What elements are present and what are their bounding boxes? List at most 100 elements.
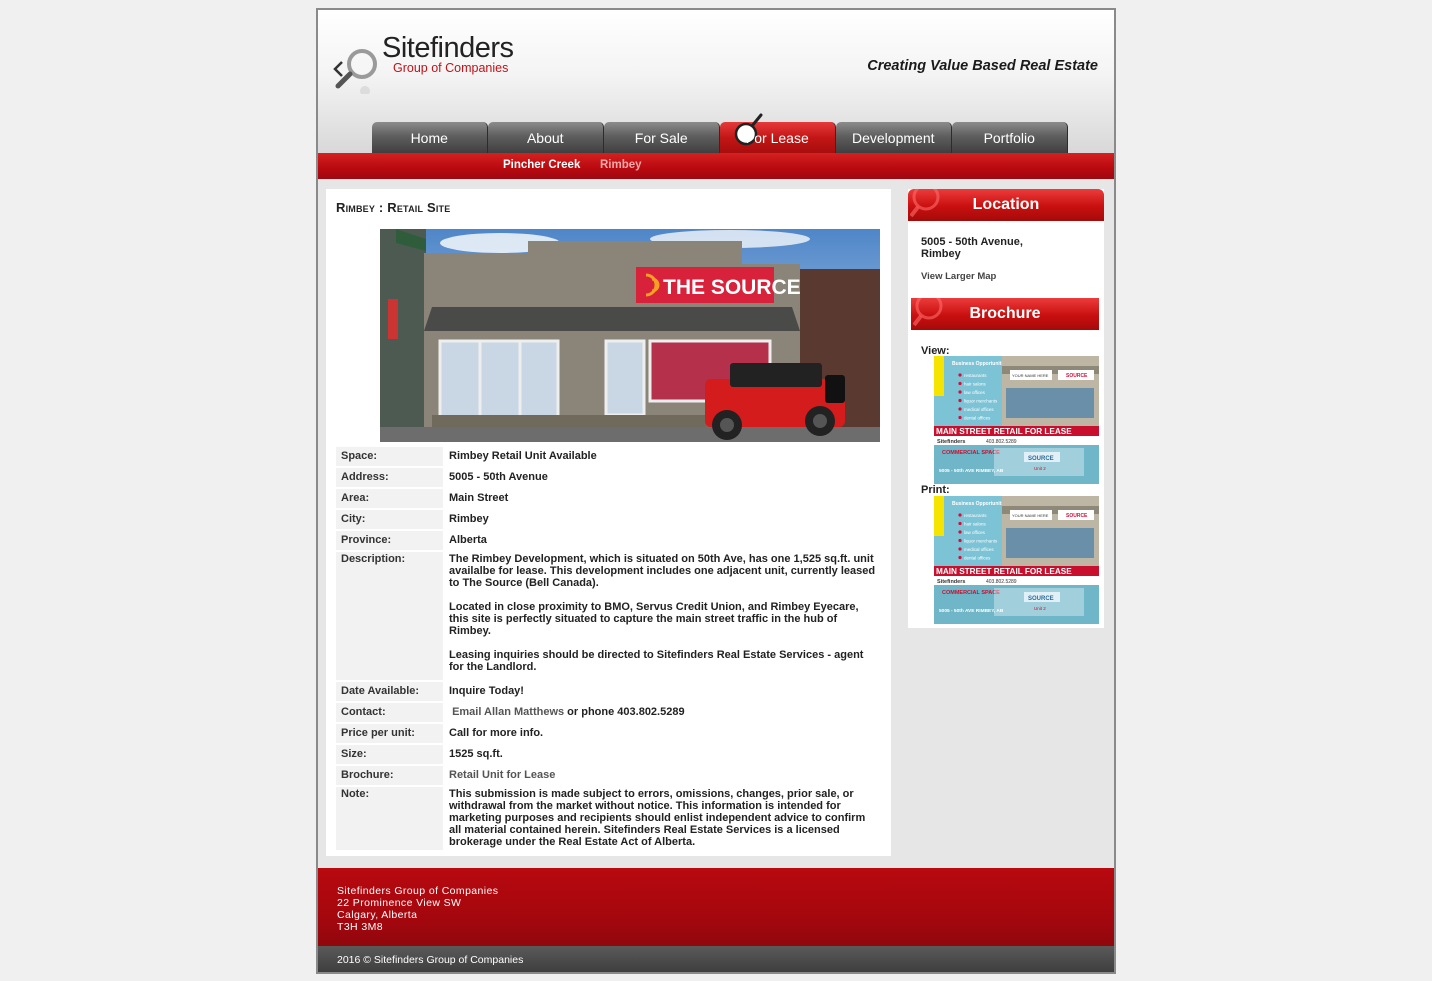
nav-tab-portfolio[interactable]: Portfolio <box>952 122 1068 153</box>
brochure-floorplan-store-text: SOURCE <box>1028 456 1054 462</box>
detail-value: Main Street <box>449 492 509 504</box>
nav-tab-development[interactable]: Development <box>836 122 952 153</box>
brochure-corner-flag <box>934 356 944 396</box>
location-line: 5005 - 50th Avenue, <box>921 236 1023 248</box>
detail-label: Address: <box>336 468 443 487</box>
brochure-list-bullet <box>958 373 962 377</box>
brochure-list-bullet <box>958 555 962 560</box>
detail-row-city: City: Rimbey <box>336 510 881 529</box>
detail-label: Price per unit: <box>336 724 443 743</box>
print-label: Print: <box>921 484 950 496</box>
detail-row-province: Province: Alberta <box>336 531 881 550</box>
main-content: Rimbey : Retail Site THE SOURCE Space: R… <box>326 189 891 856</box>
nav-tab-label: Development <box>852 129 935 146</box>
brochure-banner-text: MAIN STREET RETAIL FOR LEASE <box>936 427 1072 436</box>
brochure-list-item: medical offices <box>964 407 994 412</box>
footer: Sitefinders Group of Companies 22 Promin… <box>318 868 1114 946</box>
brochure-list-item: law offices <box>964 390 986 395</box>
nav-tab-label: For Sale <box>634 129 688 146</box>
nav-tab-for-sale[interactable]: For Sale <box>604 122 720 153</box>
brochure-corner-flag <box>934 496 944 536</box>
brochure-list-item: hair salons <box>964 382 987 387</box>
brochure-phone-text: 403.802.5289 <box>986 579 1017 585</box>
brochure-unit-text: Unit 2 <box>1034 466 1046 471</box>
view-larger-map-link[interactable]: View Larger Map <box>921 271 996 282</box>
nav-tab-about[interactable]: About <box>488 122 604 153</box>
brochure-store-text: SOURCE <box>1066 513 1088 519</box>
footer-line: Calgary, Alberta <box>337 909 418 921</box>
brochure-list-bullet <box>958 530 962 534</box>
detail-row-size: Size: 1525 sq.ft. <box>336 745 881 764</box>
detail-row-date-available: Date Available: Inquire Today! <box>336 682 881 701</box>
detail-row-brochure: Brochure: Retail Unit for Lease <box>336 766 881 785</box>
brochure-sign-text: YOUR NAME HERE <box>1012 513 1049 518</box>
sidebar: Location 5005 - 50th Avenue, Rimbey View… <box>908 189 1104 628</box>
detail-value: This submission is made subject to error… <box>449 788 866 848</box>
tagline: Creating Value Based Real Estate <box>867 58 1098 74</box>
brochure-sign-text: YOUR NAME HERE <box>1012 373 1049 378</box>
brochure-list-item: restaurants <box>964 513 987 518</box>
brochure-link[interactable]: Retail Unit for Lease <box>449 769 555 781</box>
detail-row-note: Note: This submission is made subject to… <box>336 787 881 850</box>
detail-label: Brochure: <box>336 766 443 785</box>
copyright-bar: 2016 © Sitefinders Group of Companies <box>318 946 1114 972</box>
description-paragraph: Located in close proximity to BMO, Servu… <box>449 601 859 637</box>
brochure-list-item: medical offices <box>964 547 994 552</box>
detail-label: City: <box>336 510 443 529</box>
detail-value-description: The Rimbey Development, which is situate… <box>443 552 881 680</box>
subnav-link-rimbey[interactable]: Rimbey <box>600 159 642 171</box>
nav-tab-label: Home <box>410 129 448 146</box>
location-line: Rimbey <box>921 248 961 260</box>
brochure-list-item: dental offices <box>964 556 991 561</box>
storefront-photo: THE SOURCE <box>380 229 880 442</box>
brochure-list-bullet <box>958 407 962 411</box>
brochure-list-bullet <box>958 513 962 517</box>
detail-row-area: Area: Main Street <box>336 489 881 508</box>
main-nav: Home About For Sale For Lease Developmen… <box>372 113 1068 153</box>
brochure-list-item: hair salons <box>964 522 987 527</box>
detail-label: Contact: <box>336 703 443 722</box>
brochure-list-bullet <box>958 538 962 543</box>
photo-sign-text: THE SOURCE <box>663 276 801 299</box>
detail-value: Call for more info. <box>449 727 544 739</box>
magnifier-swirl-icon <box>910 189 940 218</box>
brochure-box-title: Business Opportunities <box>952 361 1009 367</box>
detail-row-price: Price per unit: Call for more info. <box>336 724 881 743</box>
detail-value: 1525 sq.ft. <box>449 748 503 760</box>
brochure-windows <box>1006 388 1094 418</box>
brochure-view-thumbnail[interactable]: Business Opportunities restaurants hair sa… <box>934 356 1099 484</box>
footer-line: Sitefinders Group of Companies <box>337 885 499 897</box>
detail-label: Province: <box>336 531 443 550</box>
brochure-list-bullet <box>958 390 962 394</box>
detail-label: Space: <box>336 447 443 466</box>
brochure-heading: Brochure <box>911 298 1099 330</box>
nav-tab-label: For Lease <box>745 129 809 146</box>
detail-value: Inquire Today! <box>449 685 524 697</box>
brochure-floorplan-store-text: SOURCE <box>1028 596 1054 602</box>
property-details-table: Space: Rimbey Retail Unit Available Addr… <box>336 445 881 852</box>
brochure-space-label: COMMERCIAL SPACE <box>942 590 1000 596</box>
brochure-list-item: restaurants <box>964 373 987 378</box>
header: Sitefinders Group of Companies Creating … <box>318 10 1114 153</box>
nav-tab-home[interactable]: Home <box>372 122 488 153</box>
detail-row-description: Description: The Rimbey Development, whi… <box>336 552 881 680</box>
brochure-list-bullet <box>958 381 962 386</box>
detail-label: Description: <box>336 552 443 680</box>
page-title: Rimbey : Retail Site <box>336 200 451 215</box>
logo-subtitle: Group of Companies <box>393 61 509 75</box>
brochure-unit-text: Unit 2 <box>1034 606 1046 611</box>
detail-value: 5005 - 50th Avenue <box>449 471 548 483</box>
nav-tab-for-lease[interactable]: For Lease <box>720 113 836 153</box>
detail-label: Size: <box>336 745 443 764</box>
brochure-phone-text: 403.802.5289 <box>986 439 1017 445</box>
brochure-list-bullet <box>958 415 962 420</box>
subnav-link-pincher-creek[interactable]: Pincher Creek <box>503 159 580 171</box>
brochure-list-item: dental offices <box>964 416 991 421</box>
location-title: Location <box>972 196 1040 213</box>
footer-line: 22 Prominence View SW <box>337 897 462 909</box>
description-paragraph: Leasing inquiries should be directed to … <box>449 649 864 673</box>
brochure-print-thumbnail[interactable]: Business Opportunities restaurants hair sa… <box>934 496 1099 624</box>
email-contact-link[interactable]: Email Allan Matthews <box>452 706 564 718</box>
sitefinders-logo[interactable]: Sitefinders Group of Companies <box>332 32 532 102</box>
brochure-list-item: liquor merchants <box>964 539 998 544</box>
